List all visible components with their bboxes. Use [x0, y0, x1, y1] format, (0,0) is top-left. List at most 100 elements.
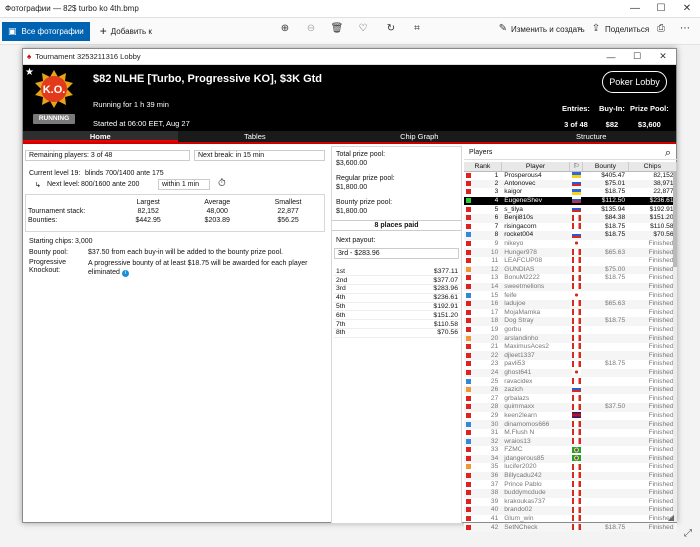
payout-place: 8th [334, 328, 379, 338]
resize-grip-icon[interactable]: ◢ [668, 513, 674, 522]
lobby-minimize-icon[interactable]: — [598, 52, 624, 62]
share-button[interactable]: Поделиться [605, 25, 649, 34]
player-row[interactable]: 15 feife Finished [464, 291, 677, 300]
player-row[interactable]: 30 dinamomos666 Finished [464, 420, 677, 429]
player-row[interactable]: 41 Glum_win Finished [464, 515, 677, 524]
player-row[interactable]: 12 GUNDIAS $75.00 Finished [464, 265, 677, 275]
player-row[interactable]: 14 sweetmellons Finished [464, 282, 677, 292]
fullscreen-icon[interactable]: ⤢ [684, 528, 692, 539]
player-row[interactable]: 35 lucifer2020 Finished [464, 463, 677, 472]
player-rank-cell: 21 [464, 343, 501, 352]
player-rank: 13 [490, 274, 499, 282]
player-row[interactable]: 29 keen2learn Finished [464, 412, 677, 421]
player-row[interactable]: 1 Prosperous4 $405.47 82,152 [464, 171, 677, 180]
player-row[interactable]: 20 arslandinho Finished [464, 334, 677, 343]
all-photos-button[interactable]: ▣ Все фотографии [2, 21, 90, 41]
player-row[interactable]: 17 MojaMamka Finished [464, 309, 677, 318]
zoom-in-icon[interactable]: ⊕ [277, 23, 293, 34]
status-marker-icon [466, 395, 471, 401]
close-icon[interactable]: ✕ [674, 0, 700, 18]
lobby-close-icon[interactable]: ✕ [650, 51, 676, 62]
player-row[interactable]: 31 M.Flush N Finished [464, 429, 677, 438]
minimize-icon[interactable]: — [622, 0, 648, 18]
player-chips: Finished [628, 317, 677, 326]
tab-chip-graph[interactable]: Chip Graph [332, 131, 506, 142]
player-chips: 82,152 [653, 171, 674, 179]
player-row[interactable]: 39 krakoukas737 Finished [464, 498, 677, 507]
add-to-button[interactable]: + Добавить к [100, 24, 152, 38]
tab-structure[interactable]: Structure [507, 131, 676, 142]
stack-header-average: Average [204, 199, 231, 206]
player-row[interactable]: 19 gorbu Finished [464, 326, 677, 335]
print-icon[interactable]: ⎙ [653, 23, 669, 34]
player-row[interactable]: 38 buddymcdude Finished [464, 488, 677, 498]
player-row[interactable]: 24 ghost641 Finished [464, 368, 677, 378]
player-row[interactable]: 6 Benji810s $84.38 $151.20 [464, 213, 677, 223]
player-row[interactable]: 40 brando02 Finished [464, 506, 677, 515]
tab-tables[interactable]: Tables [178, 131, 333, 142]
col-player[interactable]: Player [501, 162, 571, 172]
player-row[interactable]: 18 Dog Stray $18.75 Finished [464, 317, 677, 326]
player-name: dinamomos666 [501, 420, 570, 429]
col-chips[interactable]: Chips [628, 162, 678, 172]
player-flag-cell [569, 265, 583, 275]
tab-home[interactable]: Home [23, 131, 178, 142]
chevron-down-icon[interactable]: ⌄ [572, 23, 588, 32]
player-name: grbalazs [504, 394, 530, 402]
zoom-out-icon[interactable]: ⊖ [303, 23, 319, 34]
player-row[interactable]: 33 FZMC Finished [464, 446, 677, 455]
payout-amount: $192.91 [378, 302, 460, 312]
player-row[interactable]: 27 grbalazs Finished [464, 394, 677, 403]
player-row[interactable]: 28 quimmaxx $37.50 Finished [464, 403, 677, 412]
col-rank[interactable]: Rank [464, 162, 502, 172]
edit-icon[interactable]: ✎ [495, 23, 511, 34]
player-chips: 38,971 [628, 179, 677, 189]
payout-row: 4th $236.61 [334, 293, 460, 303]
player-row[interactable]: 10 Hunger978 $65.63 Finished [464, 248, 677, 257]
status-marker-icon [466, 404, 471, 410]
more-icon[interactable]: ⋯ [677, 23, 693, 34]
crop-icon[interactable]: ⌗ [409, 23, 425, 34]
player-row[interactable]: 34 jdangerous85 Finished [464, 454, 677, 464]
player-row[interactable]: 4 EugeneShev $112.50 $236.61 [464, 196, 677, 206]
player-row[interactable]: 25 ravacidex Finished [464, 377, 677, 386]
player-name: M.Flush N [504, 429, 535, 437]
pk-label: Progressive Knockout: [29, 259, 66, 274]
player-row[interactable]: 22 djleet1337 Finished [464, 351, 677, 361]
player-row[interactable]: 3 kaigor $18.75 22,877 [464, 188, 677, 197]
player-rank: 37 [490, 480, 499, 488]
player-row[interactable]: 42 SetNCheck $18.75 Finished [464, 523, 677, 532]
player-rank: 40 [490, 506, 499, 514]
player-row[interactable]: 16 ladujoe $65.63 Finished [464, 299, 677, 309]
info-icon[interactable]: i [121, 270, 129, 277]
player-row[interactable]: 2 Antonovec $75.01 38,971 [464, 179, 677, 189]
player-row[interactable]: 36 Billycadu242 Finished [464, 471, 677, 481]
player-row[interactable]: 8 rocket004 $18.75 $70.56 [464, 231, 677, 240]
favorite-icon[interactable]: ♡ [355, 23, 371, 34]
player-row[interactable]: 9 nikeyo Finished [464, 240, 677, 249]
star-icon[interactable]: ★ [25, 67, 34, 78]
delete-icon[interactable]: 🗑 [329, 23, 345, 34]
player-name: Prince Pablo [504, 480, 542, 488]
rotate-icon[interactable]: ↻ [383, 23, 399, 34]
poker-lobby-button[interactable]: Poker Lobby [602, 71, 667, 93]
player-row[interactable]: 5 s_tilya $135.94 $192.91 [464, 205, 677, 214]
player-row[interactable]: 13 BonuM2222 $18.75 Finished [464, 274, 677, 283]
player-row[interactable]: 32 wraios13 Finished [464, 437, 677, 446]
player-row[interactable]: 11 LEAFCUP08 Finished [464, 257, 677, 266]
country-flag-icon [571, 197, 581, 204]
players-scrollbar-thumb[interactable] [673, 172, 677, 267]
player-row[interactable]: 7 risingacorn $18.75 $110.58 [464, 223, 677, 232]
player-row[interactable]: 37 Prince Pablo Finished [464, 480, 677, 489]
player-row[interactable]: 23 pavli53 $18.75 Finished [464, 360, 677, 369]
player-rank: 2 [494, 179, 499, 187]
lobby-maximize-icon[interactable]: ☐ [624, 51, 650, 62]
col-bounty[interactable]: Bounty [582, 162, 629, 172]
col-flag[interactable]: ⚐ [569, 162, 584, 172]
search-icon[interactable]: ⌕ [665, 146, 671, 160]
maximize-icon[interactable]: ☐ [648, 0, 674, 18]
status-marker-icon [466, 430, 471, 436]
share-icon[interactable]: ⇪ [588, 23, 604, 34]
player-row[interactable]: 21 MaximusAces2 Finished [464, 343, 677, 352]
player-row[interactable]: 26 zazich Finished [464, 385, 677, 395]
